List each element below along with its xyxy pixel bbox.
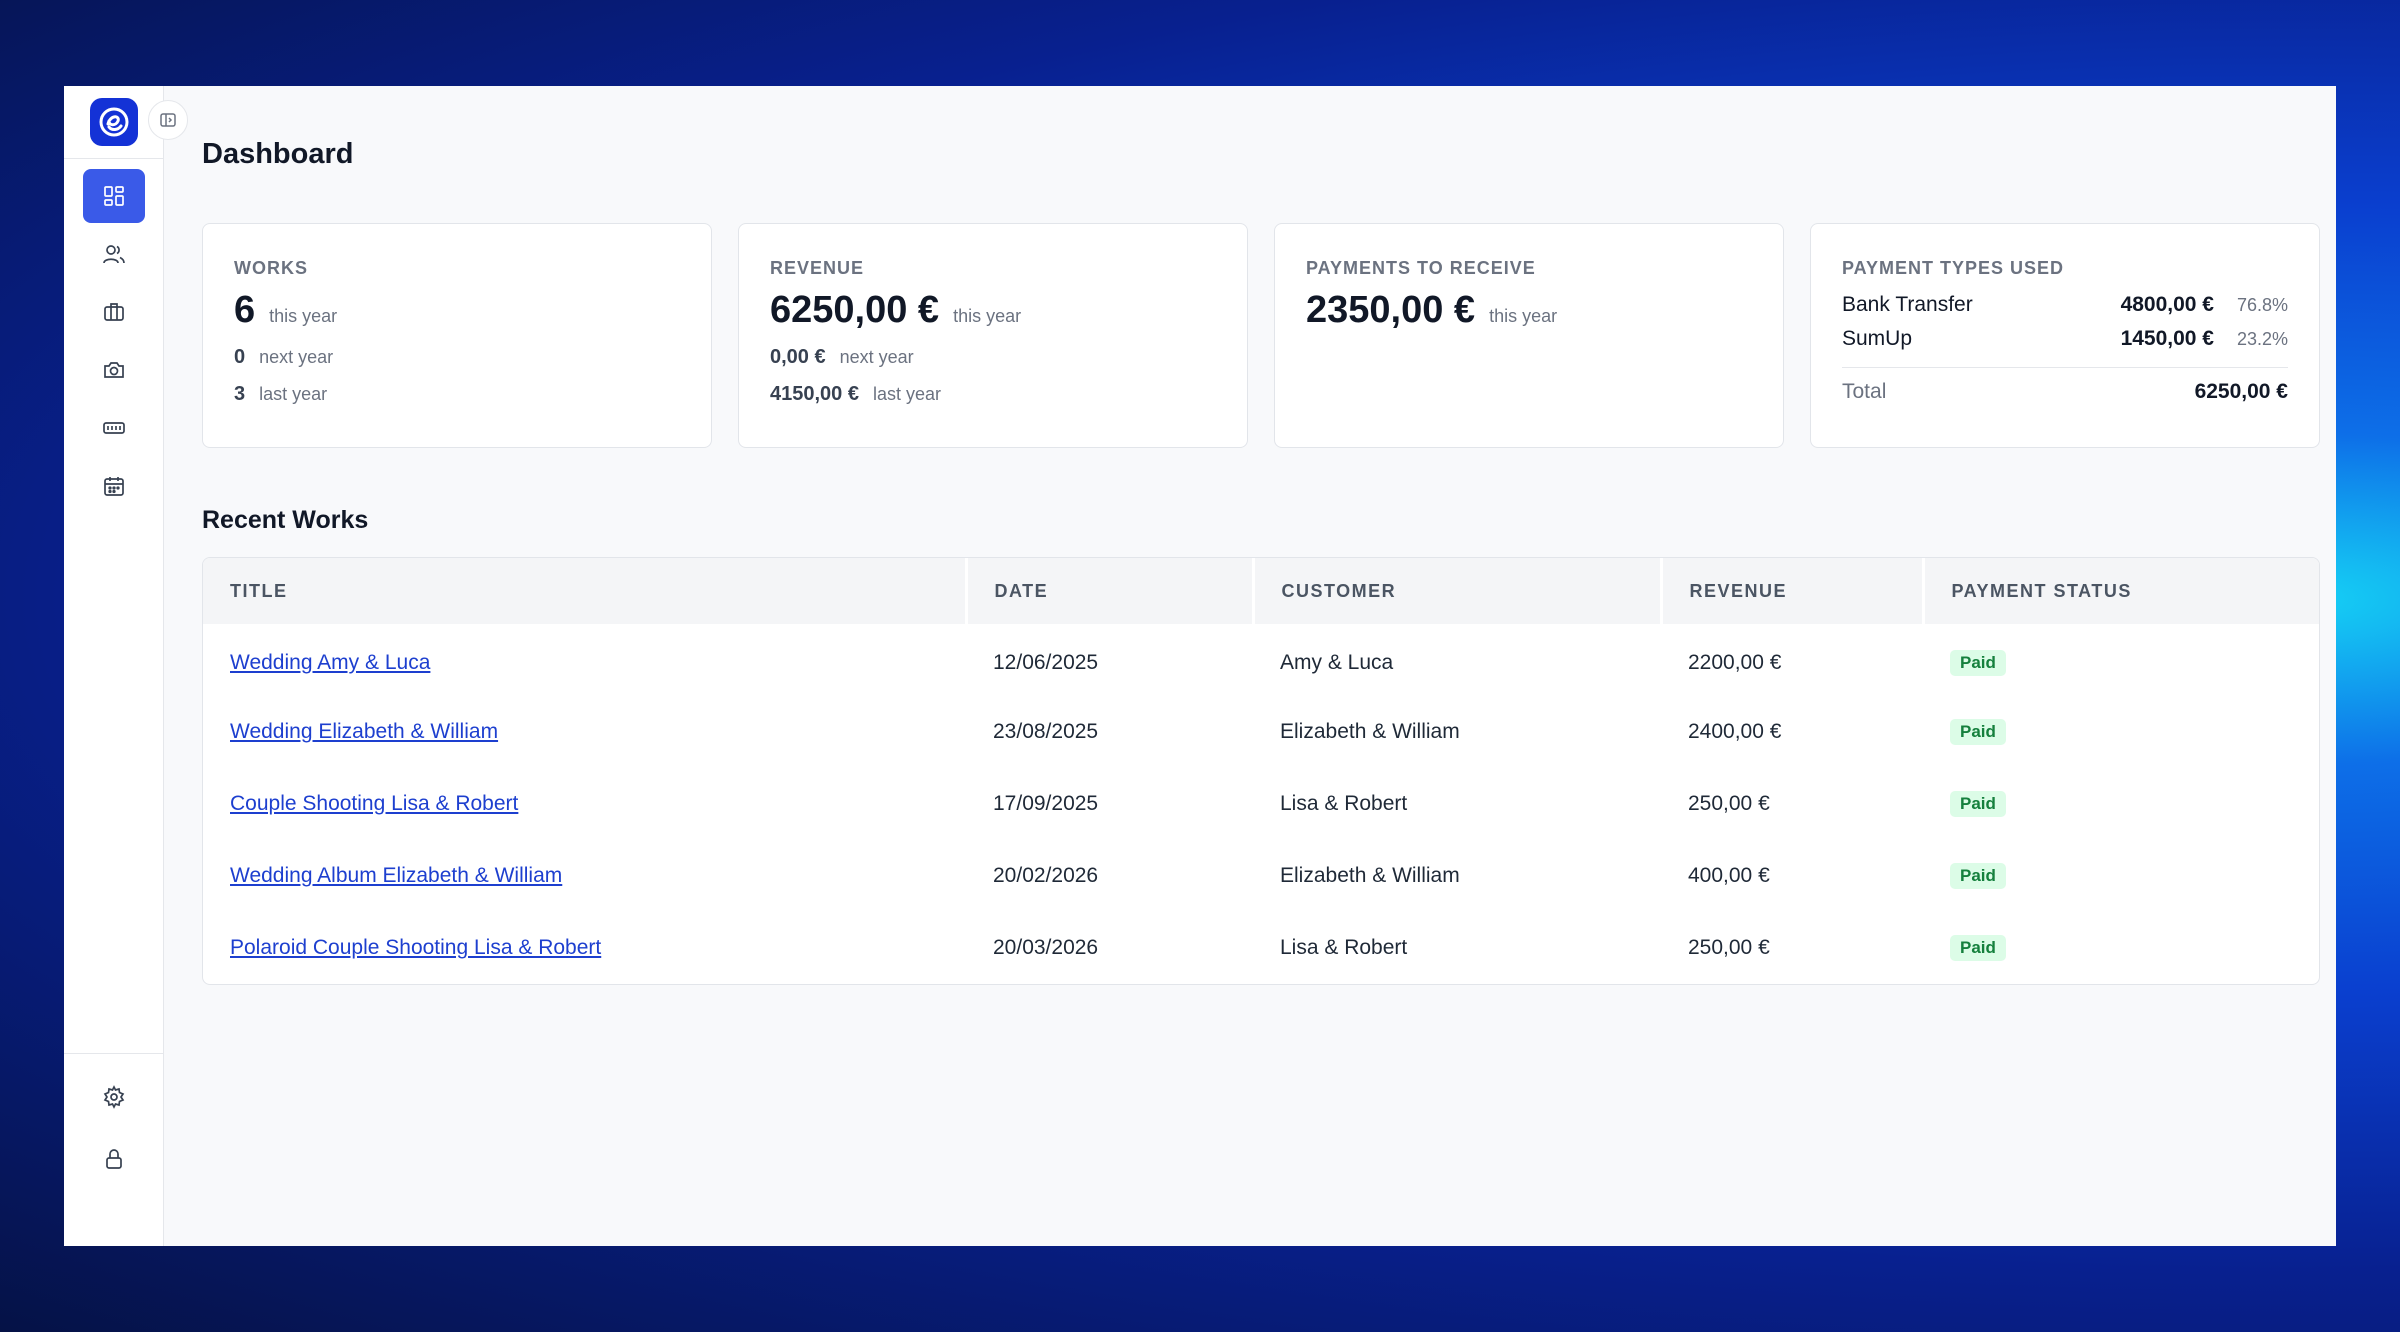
card-label: PAYMENT TYPES USED [1842,258,2065,278]
logo-e-icon[interactable] [89,98,138,146]
page-title: Dashboard [202,138,354,170]
table-row: Wedding Amy & Luca 12/06/2025 Amy & Luca… [203,624,2319,696]
revenue-next-year-value: 0,00 € [770,346,826,368]
status-badge: Paid [1950,935,2006,961]
sidebar-bottom [64,1053,163,1246]
app-window: Dashboard WORKS 6 this year 0 next year … [64,86,2336,1246]
total-label: Total [1842,380,1887,403]
this-year-label: this year [953,306,1022,326]
camera-icon [103,362,124,378]
table-row: Wedding Album Elizabeth & William 20/02/… [203,840,2319,912]
payment-types-card: PAYMENT TYPES USED Bank Transfer 4800,00… [1810,223,2320,448]
sidebar-item-tickets[interactable] [83,401,145,455]
work-title-link[interactable]: Wedding Album Elizabeth & William [230,864,562,887]
payment-type-percent: 23.2% [2236,329,2288,349]
main-content: Dashboard WORKS 6 this year 0 next year … [164,86,2336,1246]
sidebar-nav [82,169,145,513]
status-badge: Paid [1950,650,2006,676]
work-date: 20/02/2026 [993,864,1099,887]
work-revenue: 2400,00 € [1688,720,1782,743]
last-year-label: last year [259,384,328,404]
gear-icon [103,1085,124,1109]
stats-cards: WORKS 6 this year 0 next year 3 last yea… [202,223,2336,448]
status-badge: Paid [1950,863,2006,889]
column-header-date[interactable]: DATE [966,558,1255,624]
work-revenue: 2200,00 € [1688,651,1782,674]
sidebar-item-dashboard[interactable] [82,169,145,223]
column-header-payment-status[interactable]: PAYMENT STATUS [1923,558,2319,624]
work-customer: Amy & Luca [1280,651,1394,674]
works-last-year-value: 3 [234,383,246,405]
column-header-customer[interactable]: CUSTOMER [1253,558,1663,624]
works-next-year-value: 0 [234,346,246,368]
last-year-label: last year [872,384,942,404]
payments-card: PAYMENTS TO RECEIVE 2350,00 € this year [1274,223,1784,448]
sidebar-item-works[interactable] [83,285,145,339]
payment-types-total: Total 6250,00 € [1842,367,2288,404]
revenue-last-year-value: 4150,00 € [770,383,859,405]
payment-type-name: Bank Transfer [1842,293,1973,316]
sidebar-item-customers[interactable] [83,227,145,281]
users-icon [102,245,125,264]
work-customer: Lisa & Robert [1280,936,1408,959]
card-label: WORKS [234,258,308,278]
revenue-card: REVENUE 6250,00 € this year 0,00 € next … [738,223,1248,448]
revenue-this-year-value: 6250,00 € [770,289,940,331]
lock-icon [105,1149,122,1169]
work-date: 20/03/2026 [993,936,1099,959]
card-label: PAYMENTS TO RECEIVE [1306,258,1536,278]
payment-type-amount: 4800,00 € [2120,293,2214,316]
status-badge: Paid [1950,791,2006,817]
sidebar-toggle-icon[interactable] [148,100,188,140]
work-title-link[interactable]: Couple Shooting Lisa & Robert [230,792,518,815]
work-date: 23/08/2025 [993,720,1099,743]
work-date: 17/09/2025 [993,792,1099,815]
dashboard-icon [103,186,124,206]
works-this-year-value: 6 [234,289,256,331]
sidebar-item-settings[interactable] [83,1070,145,1124]
status-badge: Paid [1950,719,2006,745]
works-card: WORKS 6 this year 0 next year 3 last yea… [202,223,712,448]
work-title-link[interactable]: Wedding Elizabeth & William [230,720,498,743]
ticket-icon [102,422,125,434]
work-customer: Lisa & Robert [1280,792,1408,815]
table-row: Polaroid Couple Shooting Lisa & Robert 2… [203,912,2319,984]
payment-type-row: Bank Transfer 4800,00 € 76.8% [1842,293,2288,317]
calendar-icon [103,477,124,496]
this-year-label: this year [1489,306,1558,326]
table-row: Couple Shooting Lisa & Robert 17/09/2025… [203,768,2319,840]
column-header-revenue[interactable]: REVENUE [1661,558,1925,624]
payments-this-year-value: 2350,00 € [1306,289,1476,331]
column-header-title[interactable]: TITLE [203,558,968,624]
sidebar [64,86,188,1246]
work-revenue: 400,00 € [1688,864,1770,887]
table-row: Wedding Elizabeth & William 23/08/2025 E… [203,696,2319,768]
sidebar-item-lock[interactable] [83,1132,145,1186]
next-year-label: next year [259,347,334,367]
this-year-label: this year [269,306,338,326]
total-amount: 6250,00 € [2194,380,2288,403]
payment-type-percent: 76.8% [2236,295,2288,315]
payment-type-name: SumUp [1842,327,1913,350]
card-label: REVENUE [770,258,865,278]
work-title-link[interactable]: Polaroid Couple Shooting Lisa & Robert [230,936,601,959]
work-revenue: 250,00 € [1688,792,1770,815]
payment-type-amount: 1450,00 € [2120,327,2214,350]
briefcase-icon [103,303,124,321]
work-title-link[interactable]: Wedding Amy & Luca [230,651,430,674]
next-year-label: next year [839,347,914,367]
work-date: 12/06/2025 [993,651,1099,674]
sidebar-item-calendar[interactable] [83,459,145,513]
work-customer: Elizabeth & William [1280,864,1460,887]
payment-type-row: SumUp 1450,00 € 23.2% [1842,327,2288,351]
work-revenue: 250,00 € [1688,936,1770,959]
sidebar-item-shootings[interactable] [83,343,145,397]
work-customer: Elizabeth & William [1280,720,1460,743]
recent-works-title: Recent Works [202,506,369,534]
divider [64,158,163,159]
table-header-row: TITLE DATE CUSTOMER REVENUE PAYMENT STAT… [203,558,2319,624]
recent-works-table: TITLE DATE CUSTOMER REVENUE PAYMENT STAT… [202,557,2320,985]
